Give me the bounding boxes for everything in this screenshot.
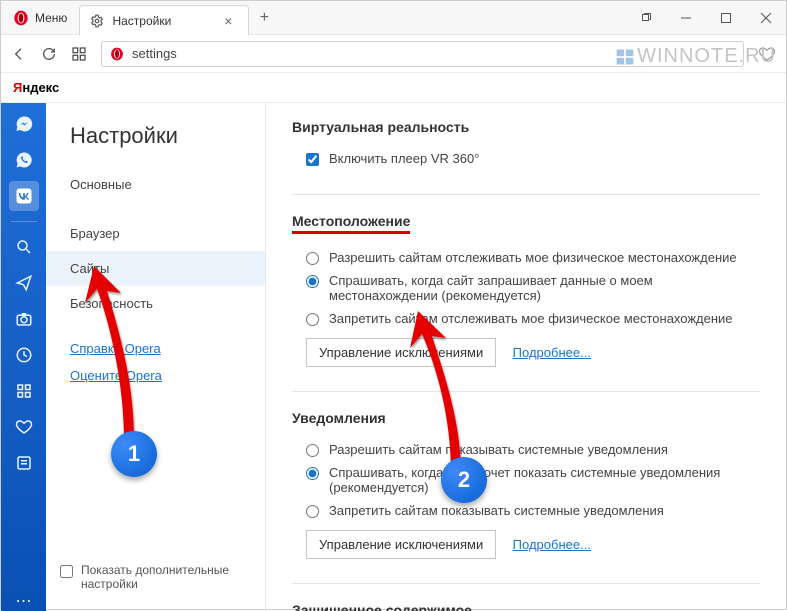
vr-checkbox-row[interactable]: Включить плеер VR 360°	[292, 147, 760, 170]
send-icon[interactable]	[9, 268, 39, 298]
tab-close-button[interactable]: ×	[218, 13, 238, 29]
page-title: Настройки	[46, 123, 265, 167]
advanced-checkbox-input[interactable]	[60, 565, 73, 578]
sidebar-item-security[interactable]: Безопасность	[46, 286, 265, 321]
camera-icon[interactable]	[9, 304, 39, 334]
window-controls	[626, 1, 786, 34]
vk-icon[interactable]	[9, 181, 39, 211]
notif-more-link[interactable]: Подробнее...	[513, 537, 591, 552]
separator	[292, 583, 760, 584]
left-rail: ⋯	[1, 103, 46, 611]
search-icon[interactable]	[9, 232, 39, 262]
browser-tab[interactable]: Настройки ×	[79, 5, 249, 35]
reload-button[interactable]	[41, 46, 57, 62]
url-text: settings	[132, 46, 177, 61]
window-maximize-button[interactable]	[706, 1, 746, 34]
separator	[292, 391, 760, 392]
tab-title: Настройки	[112, 14, 171, 28]
rss-icon[interactable]	[9, 448, 39, 478]
notif-manage-exceptions-button[interactable]: Управление исключениями	[306, 530, 496, 559]
back-button[interactable]	[11, 46, 27, 62]
new-tab-button[interactable]: +	[249, 1, 279, 34]
windows-logo-icon	[615, 47, 635, 67]
sidebar-item-basic[interactable]: Основные	[46, 167, 265, 202]
notif-radio-ask[interactable]: Спрашивать, когда сайт хочет показать си…	[292, 461, 760, 499]
vr-checkbox[interactable]	[306, 153, 319, 166]
section-location: Местоположение Разрешить сайтам отслежив…	[292, 213, 760, 367]
rail-more-button[interactable]: ⋯	[16, 591, 32, 611]
section-notifications: Уведомления Разрешить сайтам показывать …	[292, 410, 760, 559]
window-close-button[interactable]	[746, 1, 786, 34]
section-title-notifications: Уведомления	[292, 410, 760, 426]
location-radio-ask[interactable]: Спрашивать, когда сайт запрашивает данны…	[292, 269, 760, 307]
advanced-settings-checkbox[interactable]: Показать дополнительные настройки	[46, 549, 265, 611]
section-title-location: Местоположение	[292, 213, 410, 234]
notif-radio-allow[interactable]: Разрешить сайтам показывать системные ув…	[292, 438, 760, 461]
section-title-vr: Виртуальная реальность	[292, 119, 760, 135]
location-radio-allow[interactable]: Разрешить сайтам отслеживать мое физичес…	[292, 246, 760, 269]
settings-sidebar: Настройки Основные Браузер Сайты Безопас…	[46, 103, 266, 611]
window-minimize-button[interactable]	[666, 1, 706, 34]
advanced-checkbox-label: Показать дополнительные настройки	[81, 563, 251, 591]
whatsapp-icon[interactable]	[9, 145, 39, 175]
help-link[interactable]: Справка Opera	[46, 335, 265, 362]
vr-checkbox-label: Включить плеер VR 360°	[329, 151, 479, 166]
location-radio-deny[interactable]: Запретить сайтам отслеживать мое физичес…	[292, 307, 760, 330]
notif-radio-deny[interactable]: Запретить сайтам показывать системные ув…	[292, 499, 760, 522]
location-manage-exceptions-button[interactable]: Управление исключениями	[306, 338, 496, 367]
section-vr: Виртуальная реальность Включить плеер VR…	[292, 119, 760, 170]
menu-label: Меню	[35, 11, 67, 25]
search-provider-bar[interactable]: Яндекс	[1, 73, 786, 103]
settings-content: Виртуальная реальность Включить плеер VR…	[266, 103, 786, 611]
grid-icon[interactable]	[9, 376, 39, 406]
sidebar-item-websites[interactable]: Сайты	[46, 251, 265, 286]
yandex-rest: ндекс	[22, 80, 59, 95]
opera-icon	[110, 47, 124, 61]
rate-link[interactable]: Оцените Opera	[46, 362, 265, 389]
messenger-icon[interactable]	[9, 109, 39, 139]
speed-dial-icon[interactable]	[71, 46, 87, 62]
opera-icon	[13, 10, 29, 26]
menu-button[interactable]: Меню	[1, 1, 79, 34]
title-bar: Меню Настройки × +	[1, 1, 786, 35]
yandex-prefix: Я	[13, 80, 22, 95]
location-more-link[interactable]: Подробнее...	[513, 345, 591, 360]
watermark: WINNOTE.RU	[615, 45, 776, 68]
gear-icon	[90, 14, 104, 28]
heart-icon[interactable]	[9, 412, 39, 442]
sidebar-item-browser[interactable]: Браузер	[46, 216, 265, 251]
window-restore-down-icon[interactable]	[626, 1, 666, 34]
clock-icon[interactable]	[9, 340, 39, 370]
separator	[292, 194, 760, 195]
rail-separator	[11, 221, 37, 222]
main-area: ⋯ Настройки Основные Браузер Сайты Безоп…	[1, 103, 786, 611]
